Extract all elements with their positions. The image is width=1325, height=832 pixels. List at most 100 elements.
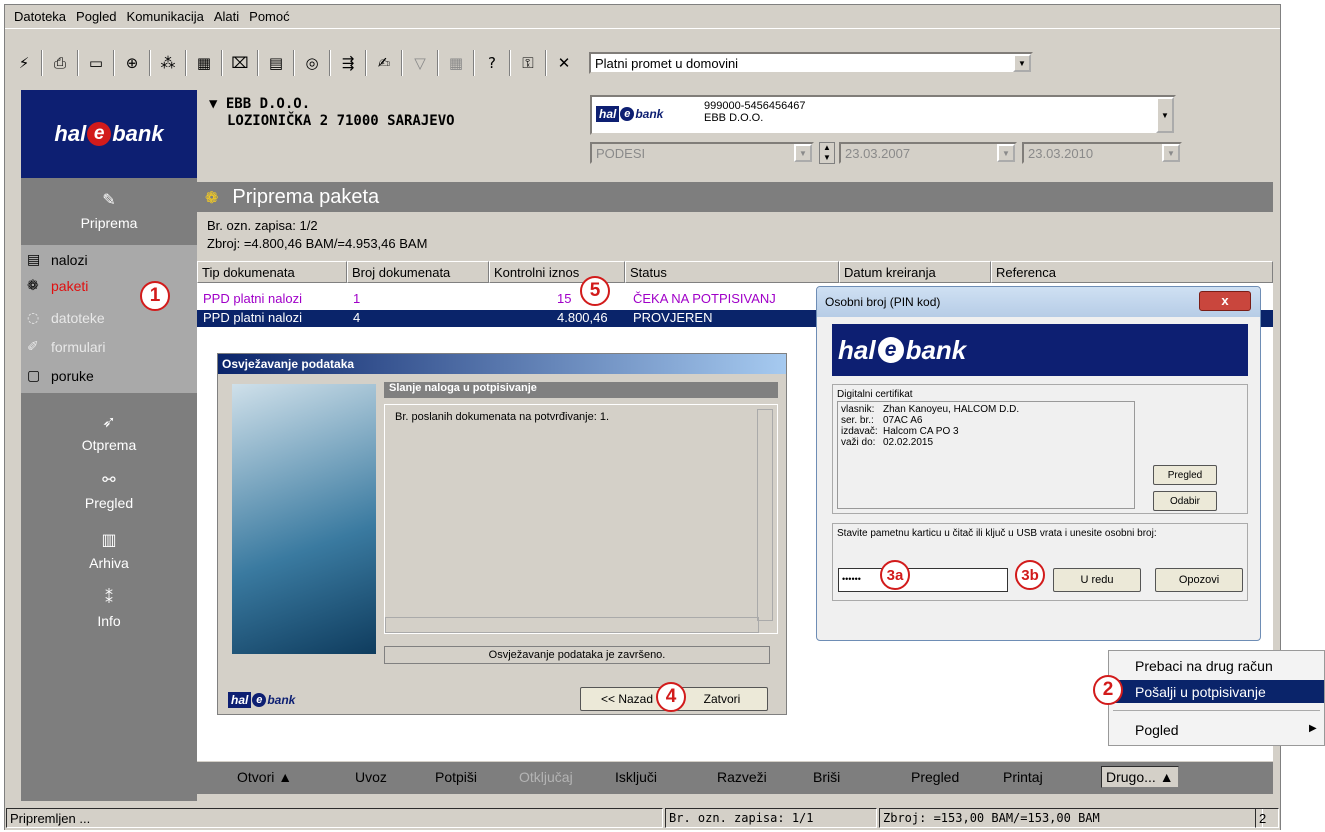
- printer-icon[interactable]: ⎙: [45, 48, 75, 78]
- mini-logo-hal: hal: [596, 106, 620, 122]
- chevron-down-icon[interactable]: ▼: [1156, 97, 1174, 133]
- small-logo-hal: hal: [228, 692, 252, 708]
- subnav-formulari[interactable]: ✐ formulari: [27, 336, 105, 358]
- nav-priprema[interactable]: ✎ Priprema: [21, 190, 197, 231]
- menu-item-pogled[interactable]: Pogled: [1109, 718, 1324, 741]
- chevron-down-icon[interactable]: ▼: [1013, 54, 1031, 72]
- key-icon[interactable]: ⚿: [513, 48, 543, 78]
- paketi-icon: ❁: [27, 278, 39, 294]
- view-cert-button[interactable]: Pregled: [1153, 465, 1217, 485]
- chevron-down-icon[interactable]: ▼: [1162, 144, 1180, 162]
- iskljuci-button[interactable]: Isključi: [615, 769, 657, 785]
- datoteke-icon: ◌: [27, 310, 40, 326]
- form-icon[interactable]: ▤: [261, 48, 291, 78]
- marker-2: 2: [1093, 675, 1123, 705]
- account-name: EBB D.O.O.: [704, 112, 764, 124]
- nav-otprema[interactable]: ➶ Otprema: [21, 412, 197, 453]
- scrollbar-vertical[interactable]: [757, 409, 773, 621]
- cancel-button[interactable]: Opozovi: [1155, 568, 1243, 592]
- halbank-banner: hal e bank: [832, 324, 1248, 376]
- subnav-nalozi[interactable]: ▤ nalozi: [27, 249, 88, 271]
- printaj-button[interactable]: Printaj: [1003, 769, 1043, 785]
- company-info[interactable]: ▼ EBB D.O.O. LOZIONIČKA 2 71000 SARAJEVO: [209, 96, 455, 130]
- brisi-button[interactable]: Briši: [813, 769, 840, 785]
- pregled-button[interactable]: Pregled: [911, 769, 959, 785]
- globe-icon[interactable]: ⊕: [117, 48, 147, 78]
- close-icon[interactable]: ✕: [549, 48, 579, 78]
- message-area: Br. poslanih dokumenata na potvrđivanje:…: [384, 404, 778, 634]
- send-icon[interactable]: ⇶: [333, 48, 363, 78]
- subnav-datoteke[interactable]: ◌ datoteke: [27, 307, 105, 329]
- help-icon[interactable]: ?: [477, 48, 507, 78]
- menu-alati[interactable]: Alati: [209, 9, 244, 24]
- date-to-combo[interactable]: 23.03.2010 ▼: [1022, 142, 1182, 164]
- select-cert-button[interactable]: Odabir: [1153, 491, 1217, 511]
- lightning-icon[interactable]: ⚡: [9, 48, 39, 78]
- cell-broj: 4: [353, 310, 361, 325]
- menu-pomoc[interactable]: Pomoć: [244, 9, 294, 24]
- date-from-value: 23.03.2007: [845, 145, 911, 161]
- date-from-combo[interactable]: 23.03.2007 ▼: [839, 142, 1017, 164]
- otkljucaj-button[interactable]: Otključaj: [519, 769, 573, 785]
- logo-text-bank: bank: [112, 121, 164, 146]
- formulari-icon: ✐: [27, 339, 39, 355]
- book-icon[interactable]: ▭: [81, 48, 111, 78]
- menu-komunikacija[interactable]: Komunikacija: [122, 9, 209, 24]
- col-status[interactable]: Status: [625, 261, 839, 283]
- col-tip[interactable]: Tip dokumenata: [197, 261, 347, 283]
- cert-row: izdavač: Halcom CA PO 3: [841, 426, 1131, 437]
- chevron-down-icon[interactable]: ▼: [997, 144, 1015, 162]
- spinner[interactable]: ▲ ▼: [819, 142, 835, 164]
- service-combo[interactable]: Platni promet u domovini ▼: [589, 52, 1033, 74]
- col-broj[interactable]: Broj dokumenata: [347, 261, 489, 283]
- toolbar-separator: [401, 50, 403, 76]
- menu-item-prebaci[interactable]: Prebaci na drug račun: [1109, 654, 1324, 677]
- uvoz-button[interactable]: Uvoz: [355, 769, 387, 785]
- header-area: ▼ EBB D.O.O. LOZIONIČKA 2 71000 SARAJEVO…: [197, 90, 1273, 182]
- calc-icon[interactable]: ▦: [441, 48, 471, 78]
- ok-button[interactable]: U redu: [1053, 568, 1141, 592]
- cert-row: važi do: 02.02.2015: [841, 437, 1131, 448]
- nav-info[interactable]: ⁑ Info: [21, 588, 197, 629]
- cert-key: vlasnik:: [841, 404, 875, 415]
- subnav-paketi[interactable]: ❁ paketi: [27, 275, 88, 297]
- page-title-bar: ❁ Priprema paketa: [197, 182, 1273, 212]
- menu-pogled[interactable]: Pogled: [71, 9, 121, 24]
- message-text: Br. poslanih dokumenata na potvrđivanje:…: [395, 411, 610, 423]
- edit-icon[interactable]: ✍: [369, 48, 399, 78]
- razvezi-button[interactable]: Razveži: [717, 769, 767, 785]
- account-select[interactable]: hal e bank 999000-5456456467 EBB D.O.O. ▼: [590, 95, 1176, 135]
- col-datum[interactable]: Datum kreiranja: [839, 261, 991, 283]
- subnav-poruke[interactable]: ▢ poruke: [27, 365, 94, 387]
- print-preview-icon[interactable]: ⌧: [225, 48, 255, 78]
- menu-datoteka[interactable]: Datoteka: [9, 9, 71, 24]
- status-bar: Pripremljen ... Br. ozn. zapisa: 1/1 Zbr…: [5, 806, 1280, 830]
- cert-title: Digitalni certifikat: [837, 389, 913, 400]
- filter-icon[interactable]: ▽: [405, 48, 435, 78]
- nav-arhiva[interactable]: ▥ Arhiva: [21, 530, 197, 571]
- pin-input[interactable]: ••••••: [838, 568, 1008, 592]
- filter-combo[interactable]: PODESI ▼: [590, 142, 814, 164]
- company-name: ▼ EBB D.O.O.: [209, 96, 311, 112]
- nav-arhiva-label: Arhiva: [89, 555, 129, 571]
- otvori-button[interactable]: Otvori ▲: [237, 769, 292, 785]
- col-referenca[interactable]: Referenca: [991, 261, 1273, 283]
- drugo-button[interactable]: Drugo... ▲: [1101, 766, 1179, 788]
- paketi-icon: ❁: [205, 187, 219, 207]
- toolbar-separator: [473, 50, 475, 76]
- calculator-icon[interactable]: ▦: [189, 48, 219, 78]
- close-icon[interactable]: x: [1199, 291, 1251, 311]
- numbers-icon[interactable]: ⁂: [153, 48, 183, 78]
- menu-item-posalji[interactable]: Pošalji u potpisivanje: [1109, 680, 1324, 703]
- nav-pregled[interactable]: ⚯ Pregled: [21, 470, 197, 511]
- potpisi-button[interactable]: Potpiši: [435, 769, 477, 785]
- toolbar-separator: [149, 50, 151, 76]
- chevron-down-icon[interactable]: ▼: [794, 144, 812, 162]
- scrollbar-horizontal[interactable]: [385, 617, 759, 633]
- disc-icon[interactable]: ◎: [297, 48, 327, 78]
- cert-key: ser. br.:: [841, 415, 874, 426]
- close-button[interactable]: Zatvori: [676, 687, 768, 711]
- mini-logo-bank: bank: [635, 107, 664, 121]
- toolbar-separator: [545, 50, 547, 76]
- cell-tip: PPD platni nalozi: [203, 310, 302, 325]
